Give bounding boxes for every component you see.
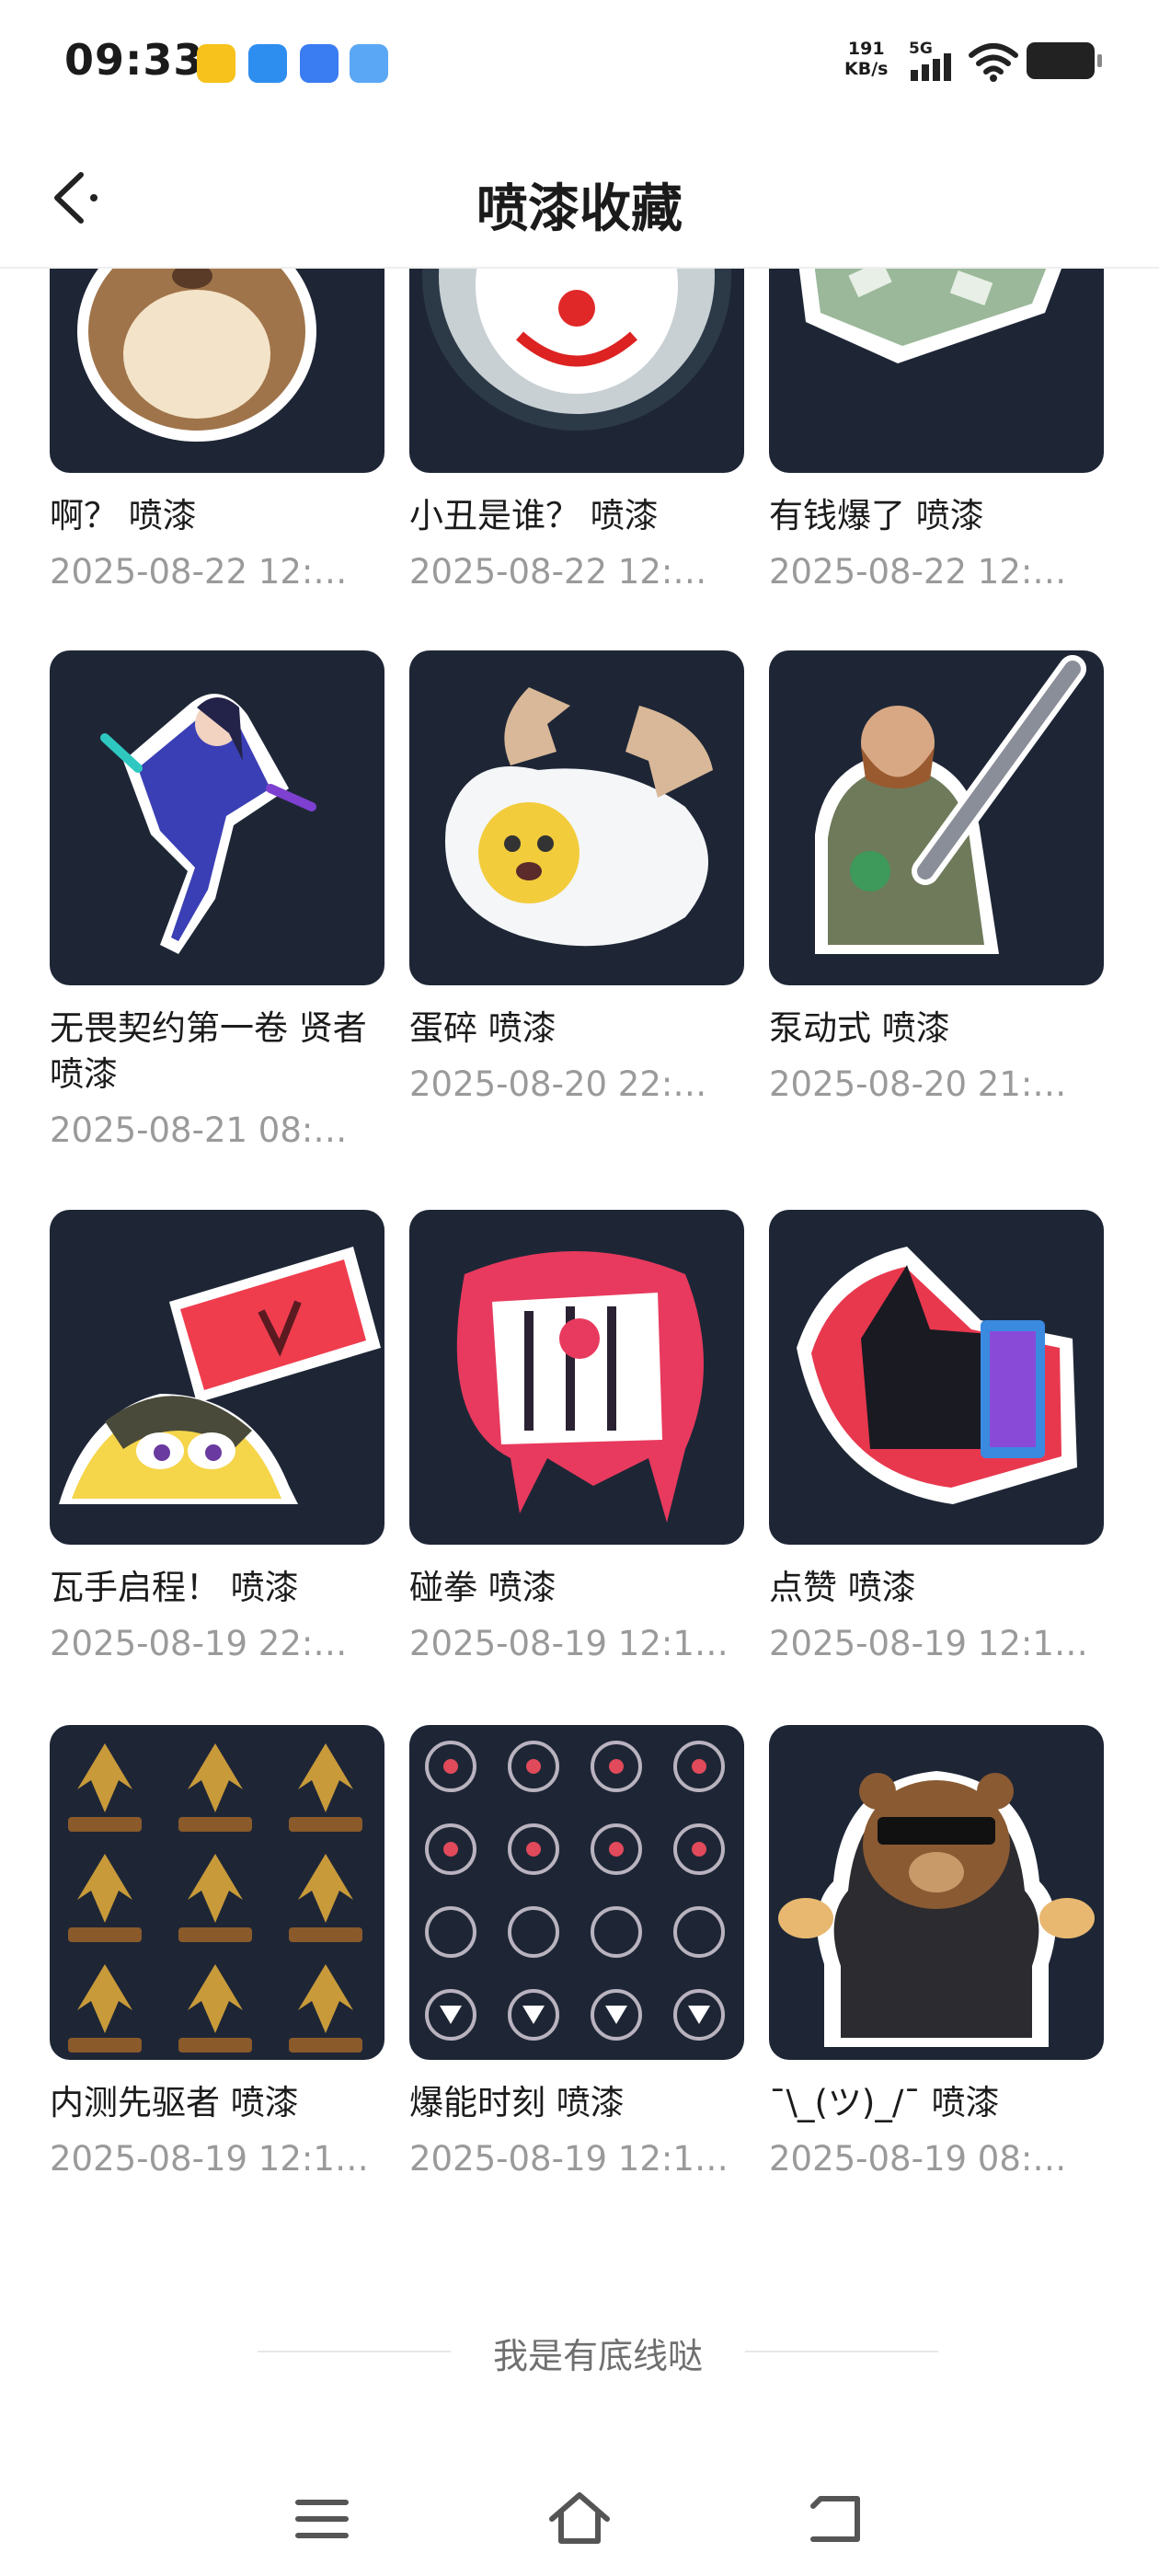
spray-date: 2025-08-19 22:… <box>50 1624 348 1663</box>
spray-card[interactable]: 碰拳 喷漆 2025-08-19 12:1… <box>409 1210 744 1663</box>
spray-name: 蛋碎 喷漆 <box>409 1008 557 1048</box>
end-of-list-text: 我是有底线哒 <box>492 2336 703 2376</box>
menu-icon[interactable] <box>285 2482 359 2556</box>
spray-date: 2025-08-19 12:1… <box>769 1624 1088 1663</box>
spray-card[interactable]: 泵动式 喷漆 2025-08-20 21:… <box>769 650 1104 1104</box>
thumbs-up-sticker-image <box>769 1210 1104 1545</box>
spray-name: 内测先驱者 喷漆 <box>50 2083 299 2122</box>
spray-name: 碰拳 喷漆 <box>409 1568 557 1607</box>
spray-date: 2025-08-19 12:1… <box>409 1624 729 1663</box>
spray-date: 2025-08-20 22:… <box>409 1064 707 1104</box>
end-of-list-divider: 我是有底线哒 <box>258 2328 938 2376</box>
spray-date: 2025-08-21 08:… <box>50 1110 348 1150</box>
spray-name: 瓦手启程！ 喷漆 <box>50 1568 299 1607</box>
spray-card[interactable]: 爆能时刻 喷漆 2025-08-19 12:1… <box>409 1725 744 2179</box>
spray-name: ¯\_(ツ)_/¯ 喷漆 <box>769 2083 1000 2122</box>
sage-sticker-image <box>50 650 384 985</box>
spray-name: 爆能时刻 喷漆 <box>409 2083 625 2122</box>
spray-card[interactable]: 无畏契约第一卷 贤者 喷漆 2025-08-21 08:… <box>50 650 384 1150</box>
spray-date: 2025-08-19 08:… <box>769 2139 1067 2179</box>
power-moment-pattern-image <box>409 1725 744 2060</box>
page-title: 喷漆收藏 <box>476 179 683 239</box>
yellow-creature-sign-sticker-image <box>50 1210 384 1545</box>
system-nav-bar <box>0 2447 1159 2576</box>
spray-card[interactable]: 蛋碎 喷漆 2025-08-20 22:… <box>409 650 744 1104</box>
home-icon[interactable] <box>543 2482 616 2556</box>
spray-date: 2025-08-22 12:… <box>50 552 348 592</box>
spray-card[interactable]: 点赞 喷漆 2025-08-19 12:1… <box>769 1210 1104 1663</box>
spray-grid: 啊？ 喷漆 2025-08-22 12:… 小丑是谁？ 喷漆 2025-08-2… <box>0 0 1159 2576</box>
spray-name: 泵动式 喷漆 <box>769 1008 950 1048</box>
spray-date: 2025-08-22 12:… <box>769 552 1067 592</box>
cracked-egg-sticker-image <box>409 650 744 985</box>
spray-date: 2025-08-20 21:… <box>769 1064 1067 1104</box>
spray-date: 2025-08-19 12:1… <box>409 2139 729 2179</box>
spray-card[interactable]: 瓦手启程！ 喷漆 2025-08-19 22:… <box>50 1210 384 1663</box>
spray-name: 啊？ 喷漆 <box>50 496 197 535</box>
spray-name: 小丑是谁？ 喷漆 <box>409 496 659 535</box>
app-header: 喷漆收藏 <box>0 129 1159 269</box>
spray-card[interactable]: ¯\_(ツ)_/¯ 喷漆 2025-08-19 08:… <box>769 1725 1104 2179</box>
spray-date: 2025-08-19 12:1… <box>50 2139 369 2179</box>
spray-name: 无畏契约第一卷 贤者 喷漆 <box>50 1008 367 1094</box>
back-icon[interactable] <box>800 2482 874 2556</box>
beta-pioneer-pattern-image <box>50 1725 384 2060</box>
spray-date: 2025-08-22 12:… <box>409 552 707 592</box>
spray-card[interactable]: 内测先驱者 喷漆 2025-08-19 12:1… <box>50 1725 384 2179</box>
shotgun-agent-sticker-image <box>769 650 1104 985</box>
bear-sunglasses-sticker-image <box>769 1725 1104 2060</box>
spray-name: 有钱爆了 喷漆 <box>769 496 984 535</box>
fist-bump-sticker-image <box>409 1210 744 1545</box>
spray-name: 点赞 喷漆 <box>769 1568 916 1607</box>
